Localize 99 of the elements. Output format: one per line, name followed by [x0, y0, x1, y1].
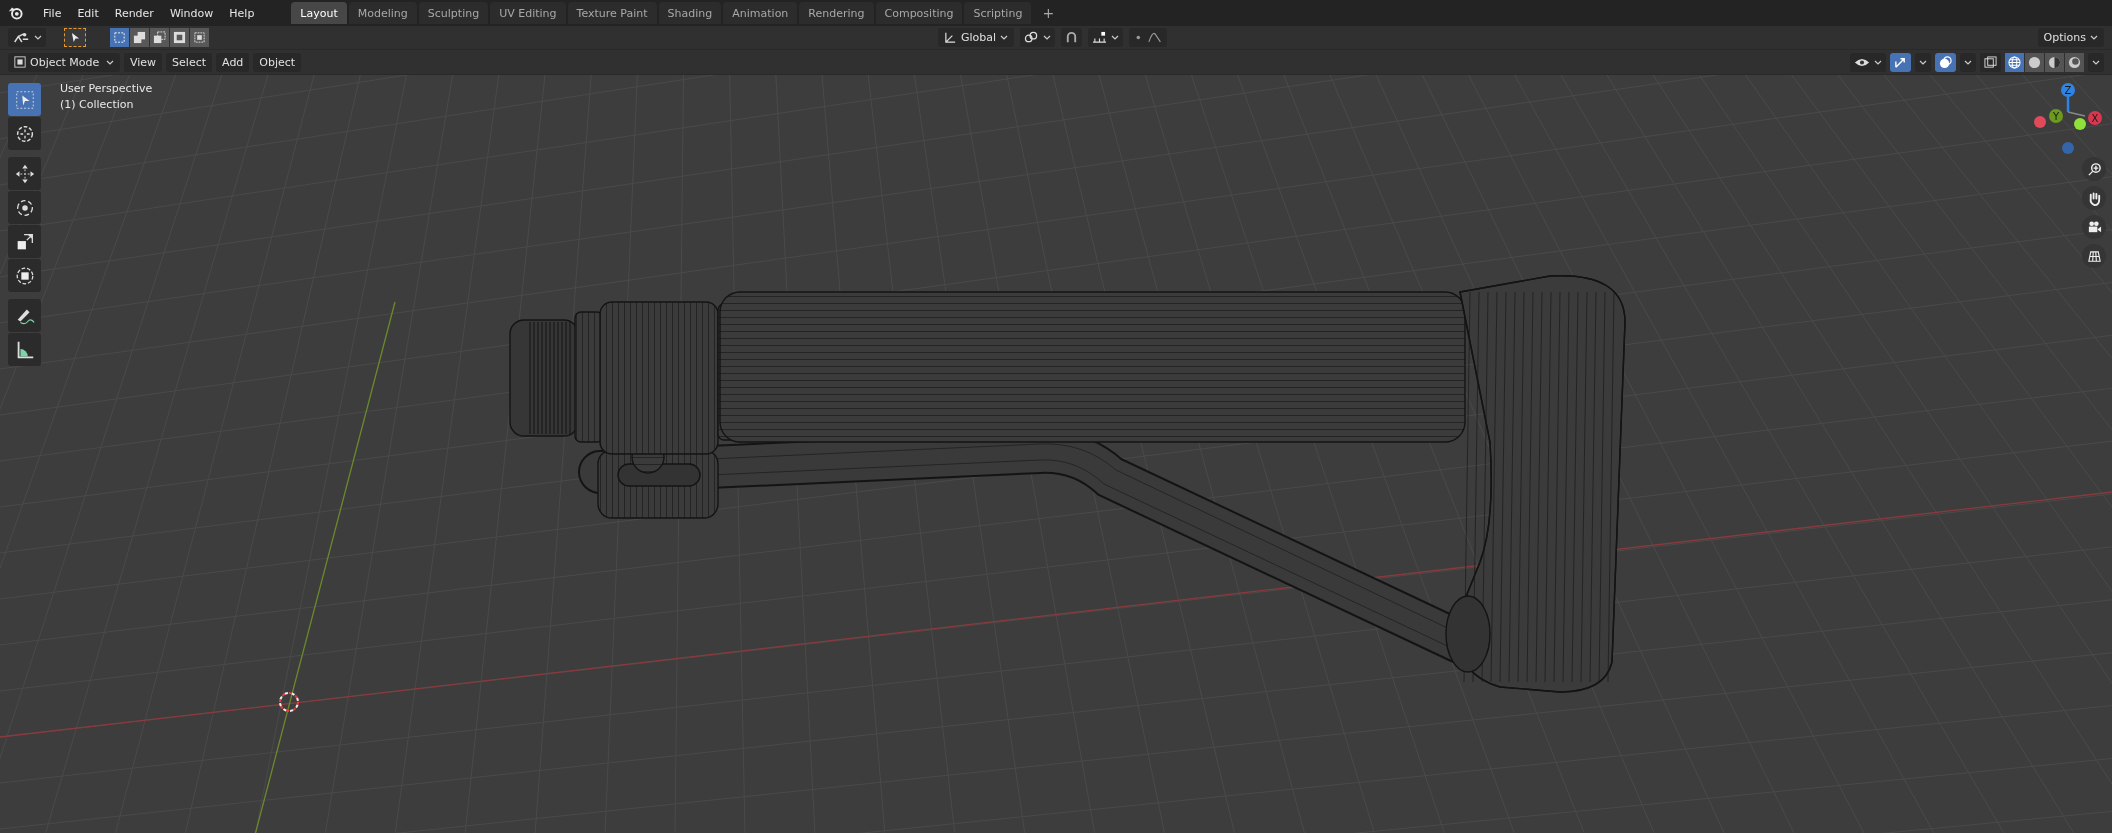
gizmo-toggle-button[interactable]: [1890, 52, 1911, 72]
workspace-tab[interactable]: Layout: [291, 2, 347, 24]
caret-icon: [1043, 35, 1052, 40]
caret-icon: [2090, 35, 2098, 40]
pan-button[interactable]: [2082, 186, 2106, 210]
axis-handle[interactable]: X: [2088, 111, 2102, 125]
workspace-tab[interactable]: Scripting: [964, 2, 1032, 24]
squares-icon: [113, 31, 126, 44]
snap-toggle-button[interactable]: [1061, 28, 1083, 47]
menu-item[interactable]: Help: [222, 4, 262, 22]
caret-icon: [34, 35, 42, 40]
snap-target-dropdown[interactable]: [1088, 28, 1124, 47]
workspace-tab[interactable]: Shading: [658, 2, 722, 24]
grid-icon: [2086, 248, 2102, 264]
viewport-menu[interactable]: Object: [253, 52, 302, 72]
arrow-icon: [1894, 55, 1907, 69]
caret-icon: [1919, 59, 1927, 65]
camera-icon: [2086, 219, 2102, 235]
magnet-icon: [1065, 31, 1079, 44]
viewport-menu[interactable]: Add: [216, 52, 250, 72]
selection-mode-button[interactable]: [150, 28, 169, 47]
viewport-menu[interactable]: Select: [166, 52, 213, 72]
workspace-tab[interactable]: Modeling: [348, 2, 417, 24]
caret-icon: [2092, 59, 2100, 65]
axis-handle[interactable]: Y: [2049, 109, 2063, 123]
caret-icon: [106, 59, 114, 65]
options-dropdown[interactable]: Options: [2037, 28, 2104, 47]
squares-icon: [133, 31, 146, 44]
shading-mode-button[interactable]: [2045, 52, 2064, 72]
menu-item[interactable]: Edit: [70, 4, 106, 22]
object-mode-dropdown[interactable]: Object Mode: [8, 52, 120, 72]
overlay-toggle-button[interactable]: [1935, 52, 1956, 72]
menu-item[interactable]: Window: [162, 4, 221, 22]
axis-icon: [12, 31, 30, 44]
3d-cursor-icon: [279, 692, 299, 712]
rotate-tool-button[interactable]: [8, 191, 41, 224]
squares-icon: [193, 31, 206, 44]
workspace-tab[interactable]: Sculpting: [418, 2, 489, 24]
cursor-tool-button[interactable]: [8, 117, 41, 150]
zoom-button[interactable]: [2082, 157, 2106, 181]
view-name-label: User Perspective: [60, 82, 153, 95]
projection-button[interactable]: [2082, 244, 2106, 268]
workspace-tab[interactable]: Compositing: [875, 2, 963, 24]
proportional-editing-button[interactable]: [1129, 28, 1168, 47]
measure-tool-button[interactable]: [8, 333, 41, 366]
viewport-menu[interactable]: View: [124, 52, 163, 72]
eye-icon: [1854, 56, 1870, 68]
select-box-tool-button[interactable]: [64, 28, 86, 47]
move-tool-button[interactable]: [8, 157, 41, 190]
selection-mode-button[interactable]: [170, 28, 189, 47]
annotate-tool-button[interactable]: [8, 299, 41, 332]
squares-icon: [173, 31, 186, 44]
blender-logo-icon[interactable]: [8, 5, 24, 21]
sphere-icon: [2068, 55, 2081, 69]
menu-item[interactable]: File: [36, 4, 69, 22]
camera-view-button[interactable]: [2082, 215, 2106, 239]
workspace-tab[interactable]: UV Editing: [490, 2, 566, 24]
visibility-dropdown[interactable]: [1850, 52, 1886, 72]
caret-icon: [1111, 35, 1120, 40]
negative-x-axis-handle[interactable]: [2034, 116, 2046, 128]
rings-icon: [1024, 31, 1040, 44]
caret-icon: [1874, 59, 1882, 65]
select-box-icon: [13, 88, 36, 111]
scale-tool-button[interactable]: [8, 225, 41, 258]
axis-handle[interactable]: Z: [2061, 83, 2075, 97]
menu-item[interactable]: Render: [107, 4, 161, 22]
move-arrows-icon: [13, 162, 36, 185]
selection-mode-button[interactable]: [110, 28, 129, 47]
cube-square-icon: [14, 56, 26, 68]
snap-grid-icon: [1092, 31, 1108, 44]
workspace-tab[interactable]: Texture Paint: [567, 2, 657, 24]
x-axis-stem: [2067, 111, 2086, 117]
editor-type-dropdown[interactable]: [8, 28, 46, 47]
xray-toggle-button[interactable]: [1980, 52, 2001, 72]
zoom-icon: [2086, 161, 2102, 177]
collection-label: (1) Collection: [60, 98, 135, 111]
shading-mode-button[interactable]: [2065, 52, 2084, 72]
squares-icon: [153, 31, 166, 44]
sphere-icon: [2008, 55, 2021, 69]
transform-orientation-dropdown[interactable]: Global: [938, 28, 1015, 47]
selection-mode-button[interactable]: [130, 28, 149, 47]
shading-mode-button[interactable]: [2005, 52, 2024, 72]
shading-mode-button[interactable]: [2025, 52, 2044, 72]
selection-mode-button[interactable]: [190, 28, 209, 47]
caret-icon: [1964, 59, 1972, 65]
caret-icon: [1000, 35, 1009, 40]
add-workspace-button[interactable]: +: [1033, 2, 1064, 24]
overlapping-squares-icon: [1984, 55, 1997, 69]
sphere-icon: [2028, 55, 2041, 69]
pivot-point-dropdown[interactable]: [1020, 28, 1056, 47]
workspace-tab[interactable]: Animation: [723, 2, 798, 24]
overlapping-circles-icon: [1939, 55, 1952, 69]
negative-z-axis-handle[interactable]: [2062, 142, 2074, 154]
sphere-icon: [2048, 55, 2061, 69]
negative-y-axis-handle[interactable]: [2074, 118, 2086, 130]
transform-tool-button[interactable]: [8, 259, 41, 292]
axes-icon: [944, 31, 957, 44]
workspace-tab[interactable]: Rendering: [799, 2, 874, 24]
pointer-icon: [70, 32, 80, 43]
